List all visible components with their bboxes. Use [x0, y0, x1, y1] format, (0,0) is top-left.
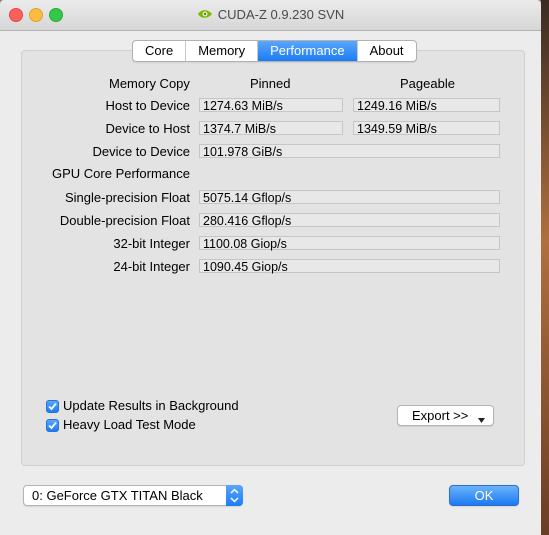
dropdown-arrow-icon [478, 418, 485, 423]
int32-value: 1100.08 Giop/s [199, 236, 500, 251]
device-to-host-pinned-value: 1374.7 MiB/s [199, 121, 343, 136]
cuda-z-app-icon [197, 10, 212, 18]
tab-memory[interactable]: Memory [186, 41, 259, 61]
ok-button[interactable]: OK [449, 485, 519, 506]
window-title: CUDA-Z 0.9.230 SVN [0, 7, 541, 22]
device-to-device-value: 101.978 GiB/s [199, 144, 500, 159]
pageable-column-header: Pageable [400, 76, 455, 91]
single-precision-label: Single-precision Float [64, 190, 190, 205]
host-to-device-pageable-value: 1249.16 MiB/s [353, 98, 500, 113]
heavy-load-checkbox[interactable] [46, 419, 59, 432]
update-background-checkbox[interactable] [46, 400, 59, 413]
tab-bar: Core Memory Performance About [132, 40, 417, 62]
up-down-arrows-icon [230, 488, 239, 503]
tab-core[interactable]: Core [133, 41, 187, 61]
gpu-core-performance-heading: GPU Core Performance [52, 166, 190, 181]
pinned-column-header: Pinned [250, 76, 291, 91]
double-precision-value: 280.416 Gflop/s [199, 213, 500, 228]
tab-about[interactable]: About [358, 41, 416, 61]
window-title-text: CUDA-Z 0.9.230 SVN [217, 7, 345, 22]
memory-copy-heading: Memory Copy [109, 76, 190, 91]
app-window: CUDA-Z 0.9.230 SVN Core Memory Performan… [0, 0, 541, 535]
heavy-load-label[interactable]: Heavy Load Test Mode [63, 417, 196, 432]
double-precision-label: Double-precision Float [59, 213, 190, 228]
device-select[interactable]: 0: GeForce GTX TITAN Black [23, 485, 243, 506]
desktop-background [541, 0, 549, 535]
title-bar[interactable]: CUDA-Z 0.9.230 SVN [0, 0, 541, 31]
export-button-label: Export >> [412, 408, 469, 423]
single-precision-value: 5075.14 Gflop/s [199, 190, 500, 205]
int32-label: 32-bit Integer [113, 236, 190, 251]
device-to-device-label: Device to Device [92, 144, 190, 159]
checkmark-icon [48, 421, 57, 430]
export-button[interactable]: Export >> [397, 405, 494, 426]
device-to-host-pageable-value: 1349.59 MiB/s [353, 121, 500, 136]
host-to-device-pinned-value: 1274.63 MiB/s [199, 98, 343, 113]
int24-value: 1090.45 Giop/s [199, 259, 500, 274]
host-to-device-label: Host to Device [105, 98, 190, 113]
checkmark-icon [48, 402, 57, 411]
int24-label: 24-bit Integer [113, 259, 190, 274]
update-background-label[interactable]: Update Results in Background [63, 398, 239, 413]
device-select-value: 0: GeForce GTX TITAN Black [32, 488, 203, 503]
device-to-host-label: Device to Host [105, 121, 190, 136]
select-stepper[interactable] [226, 485, 243, 506]
tab-performance[interactable]: Performance [258, 41, 358, 61]
